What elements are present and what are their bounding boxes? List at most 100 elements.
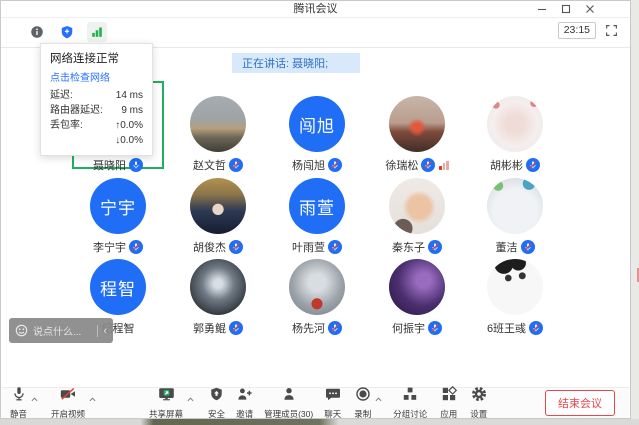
header-icon-row xyxy=(27,22,107,42)
participant-tile[interactable]: 董洁 xyxy=(469,163,561,255)
participant-tile[interactable]: 徐瑞松 xyxy=(371,81,463,173)
network-stat-value: 14 ms xyxy=(116,88,143,103)
participant-tile[interactable]: 6班王彧 xyxy=(469,244,561,336)
participant-avatar xyxy=(389,178,445,234)
participant-avatar: 宁宇 xyxy=(90,178,146,234)
network-stat-row: 路由器延迟:9 ms xyxy=(50,103,143,118)
participant-avatar xyxy=(190,259,246,315)
toolbar-group: 聊天 xyxy=(324,386,341,420)
invite-person-icon xyxy=(236,386,253,407)
maximize-button[interactable] xyxy=(560,3,572,15)
avatar-initials: 闯旭 xyxy=(289,96,345,152)
chevron-up-icon[interactable] xyxy=(30,396,39,403)
chevron-up-icon[interactable] xyxy=(374,396,383,403)
toolbar-group: 共享屏幕 xyxy=(149,386,195,420)
record-icon xyxy=(355,386,371,407)
participant-tile[interactable]: 胡俊杰 xyxy=(172,163,264,255)
participant-name: 何振宇 xyxy=(392,320,425,336)
chevron-up-icon[interactable] xyxy=(88,396,97,403)
mic-icon xyxy=(11,386,27,407)
breakout-rooms-icon xyxy=(402,386,418,407)
avatar-image xyxy=(389,96,445,152)
participant-avatar xyxy=(487,178,543,234)
avatar-image xyxy=(190,96,246,152)
chevron-left-icon[interactable]: ‹ xyxy=(103,326,107,336)
participant-name-row: 杨先河 xyxy=(271,320,363,336)
toolbar-group: 静音 xyxy=(10,386,39,420)
participant-avatar xyxy=(190,96,246,152)
participant-tile[interactable]: 赵文哲 xyxy=(172,81,264,173)
toolbar-button-record[interactable]: 录制 xyxy=(354,386,371,420)
end-meeting-button[interactable]: 结束会议 xyxy=(545,390,615,416)
participant-tile[interactable]: 胡彬彬 xyxy=(469,81,561,173)
avatar-initials: 程智 xyxy=(90,259,146,315)
camera-off-icon xyxy=(60,386,76,407)
title-bar: 腾讯会议 xyxy=(1,1,630,18)
toolbar-group: 设置 xyxy=(470,386,487,420)
fullscreen-icon[interactable] xyxy=(605,24,618,37)
check-network-link[interactable]: 点击检查网络 xyxy=(50,69,143,84)
chat-placeholder[interactable]: 说点什么... xyxy=(33,323,92,338)
network-stat-row: 丢包率:↑0.0%↓0.0% xyxy=(50,118,143,148)
toolbar-group: 管理成员(30) xyxy=(264,386,313,420)
toolbar-button-settings-gear[interactable]: 设置 xyxy=(470,386,487,420)
apps-icon xyxy=(441,386,457,407)
participant-avatar xyxy=(389,96,445,152)
info-icon[interactable] xyxy=(27,22,47,42)
avatar-initials: 宁宇 xyxy=(90,178,146,234)
avatar-image xyxy=(389,178,445,234)
participant-tile[interactable]: 杨先河 xyxy=(271,244,363,336)
toolbar-button-share-screen[interactable]: 共享屏幕 xyxy=(149,386,183,420)
participant-tile[interactable]: 雨萱叶雨萱 xyxy=(271,163,363,255)
network-stat-label: 延迟: xyxy=(50,88,73,103)
meeting-time: 23:15 xyxy=(558,22,596,39)
toolbar-button-members[interactable]: 管理成员(30) xyxy=(264,386,313,420)
avatar-image xyxy=(487,96,543,152)
participant-tile[interactable]: 何振宇 xyxy=(371,244,463,336)
participant-name-row: 郭勇鲲 xyxy=(172,320,264,336)
toolbar-button-chat-bubble[interactable]: 聊天 xyxy=(324,386,341,420)
participant-name: 郭勇鲲 xyxy=(193,320,226,336)
toolbar-button-apps[interactable]: 应用 xyxy=(440,386,457,420)
participant-tile[interactable]: 闯旭杨闯旭 xyxy=(271,81,363,173)
participant-tile[interactable]: 秦东子 xyxy=(371,163,463,255)
toolbar-group: 录制 xyxy=(354,386,383,420)
toolbar-group: 应用 xyxy=(440,386,457,420)
participant-name-row: 何振宇 xyxy=(371,320,463,336)
desktop-background-strip xyxy=(0,419,639,425)
network-stat-row: 延迟: 14 ms xyxy=(50,88,143,103)
toolbar-button-camera-off[interactable]: 开启视频 xyxy=(51,386,85,420)
security-shield-icon[interactable] xyxy=(57,22,77,42)
toolbar-button-invite-person[interactable]: 邀请 xyxy=(236,386,253,420)
mic-muted-icon xyxy=(328,321,342,335)
participant-name-row: 6班王彧 xyxy=(469,320,561,336)
close-button[interactable] xyxy=(584,3,596,15)
mic-muted-icon xyxy=(428,321,442,335)
participant-avatar xyxy=(190,178,246,234)
chat-input-bar[interactable]: 说点什么... ‹ xyxy=(9,318,113,343)
participant-avatar: 闯旭 xyxy=(289,96,345,152)
network-signal-icon[interactable] xyxy=(87,22,107,42)
chevron-up-icon[interactable] xyxy=(186,396,195,403)
avatar-image xyxy=(487,259,543,315)
toolbar-group: 邀请 xyxy=(236,386,253,420)
participant-tile[interactable]: 郭勇鲲 xyxy=(172,244,264,336)
bottom-toolbar: 静音开启视频 共享屏幕安全邀请管理成员(30) 聊天录制分组讨论应用设置 结束会议 xyxy=(2,387,629,418)
participant-avatar xyxy=(389,259,445,315)
chat-bubble-icon xyxy=(325,386,341,407)
chat-divider xyxy=(97,325,98,337)
smiley-icon[interactable] xyxy=(15,324,28,337)
toolbar-button-breakout-rooms[interactable]: 分组讨论 xyxy=(393,386,427,420)
minimize-button[interactable] xyxy=(536,3,548,15)
toolbar-button-mic[interactable]: 静音 xyxy=(10,386,27,420)
participant-tile[interactable]: 宁宇李宁宇 xyxy=(72,163,164,255)
avatar-image xyxy=(190,259,246,315)
mic-muted-icon xyxy=(229,321,243,335)
meeting-window: 腾讯会议 23:15 正在讲话: 聂晓阳; 网络连接正常 点击检查网络 延迟:1… xyxy=(0,0,631,419)
network-status-popup: 网络连接正常 点击检查网络 延迟:14 ms路由器延迟:9 ms丢包率:↑0.0… xyxy=(40,43,153,156)
toolbar-button-security-badge[interactable]: 安全 xyxy=(208,386,225,420)
network-stat-value: ↑0.0%↓0.0% xyxy=(115,118,143,148)
participant-name: 杨先河 xyxy=(292,320,325,336)
participant-avatar xyxy=(487,259,543,315)
participant-avatar: 程智 xyxy=(90,259,146,315)
